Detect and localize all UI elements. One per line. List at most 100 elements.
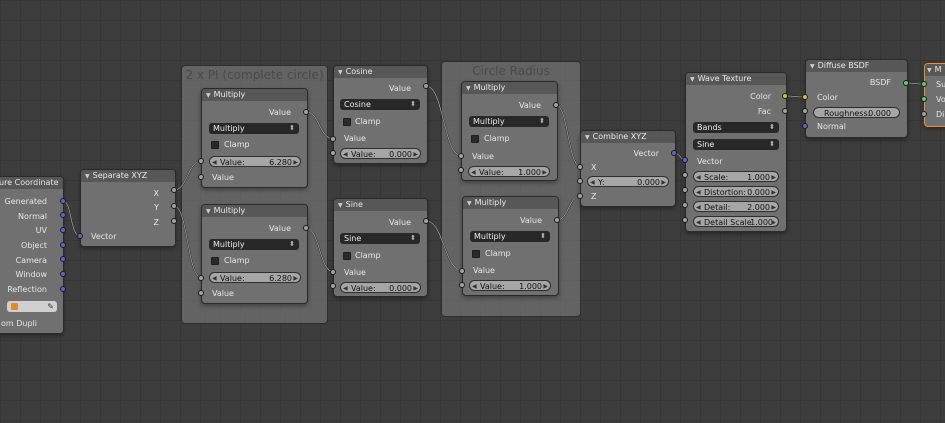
socket-multiply2-out[interactable] (303, 225, 309, 231)
node-material-output[interactable]: ▼ M Su Vo Di (924, 63, 945, 127)
node-combine-xyz[interactable]: ▼ Combine XYZ Vector X ◀ Y: 0.000 ▶ Z (580, 130, 676, 207)
collapse-arrow-icon[interactable]: ▼ (85, 173, 90, 180)
increment-arrow-icon[interactable]: ▶ (771, 187, 776, 198)
socket-multiply2-in-a[interactable] (198, 275, 204, 281)
socket-z-out[interactable] (171, 218, 177, 224)
collapse-arrow-icon[interactable]: ▼ (927, 67, 932, 74)
socket-combine-x-in[interactable] (577, 164, 583, 170)
socket-window-out[interactable] (60, 271, 66, 277)
multiply-1-value-field[interactable]: ◀ Value: 6.280 ▶ (209, 156, 301, 167)
increment-arrow-icon[interactable]: ▶ (771, 172, 776, 183)
decrement-arrow-icon[interactable]: ◀ (343, 283, 348, 294)
node-sine[interactable]: ▼ Sine Value Sine ⬍ Clamp Value ◀ Value: 0.0… (333, 198, 428, 297)
socket-sine-out[interactable] (423, 218, 429, 224)
socket-diffuse-roughness-in[interactable] (802, 108, 808, 114)
combine-y-field[interactable]: ◀ Y: 0.000 ▶ (587, 176, 669, 187)
multiply-3-operation-dropdown[interactable]: Multiply ⬍ (469, 116, 549, 127)
socket-diffuse-normal-in[interactable] (802, 123, 808, 129)
increment-arrow-icon[interactable]: ▶ (413, 149, 418, 160)
socket-combine-z-in[interactable] (577, 193, 583, 199)
node-multiply-3[interactable]: ▼ Multiply Value Multiply ⬍ Clamp Value ◀ V… (461, 81, 558, 181)
sine-value-field[interactable]: ◀ Value: 0.000 ▶ (340, 282, 421, 293)
collapse-arrow-icon[interactable]: ▼ (466, 85, 471, 92)
multiply-3-value-field[interactable]: ◀ Value: 1.000 ▶ (468, 166, 550, 177)
socket-output-volume-in[interactable] (921, 96, 927, 102)
collapse-arrow-icon[interactable]: ▼ (467, 200, 472, 207)
node-multiply-2[interactable]: ▼ Multiply Value Multiply ⬍ Clamp ◀ Value: 6… (201, 204, 308, 304)
increment-arrow-icon[interactable]: ▶ (542, 167, 547, 178)
eyedropper-icon[interactable]: ✎ (47, 301, 54, 312)
decrement-arrow-icon[interactable]: ◀ (472, 281, 477, 292)
decrement-arrow-icon[interactable]: ◀ (696, 172, 701, 183)
node-cosine[interactable]: ▼ Cosine Value Cosine ⬍ Clamp Value ◀ Value… (333, 65, 428, 164)
socket-cosine-in-b[interactable] (330, 150, 336, 156)
socket-diffuse-color-in[interactable] (802, 94, 808, 100)
node-sine-header[interactable]: ▼ Sine (334, 199, 427, 211)
decrement-arrow-icon[interactable]: ◀ (212, 273, 217, 284)
socket-x-out[interactable] (171, 187, 177, 193)
sine-operation-dropdown[interactable]: Sine ⬍ (340, 233, 420, 244)
node-separate-xyz-header[interactable]: ▼ Separate XYZ (81, 170, 175, 182)
socket-wave-detail-in[interactable] (682, 202, 688, 208)
decrement-arrow-icon[interactable]: ◀ (696, 217, 701, 228)
cosine-clamp-checkbox[interactable] (343, 118, 351, 126)
multiply-4-operation-dropdown[interactable]: Multiply ⬍ (470, 231, 550, 242)
socket-output-displacement-in[interactable] (921, 111, 927, 117)
socket-separate-vector-in[interactable] (77, 233, 83, 239)
node-multiply-2-header[interactable]: ▼ Multiply (202, 205, 307, 217)
socket-normal-out[interactable] (60, 212, 66, 218)
decrement-arrow-icon[interactable]: ◀ (590, 177, 595, 188)
collapse-arrow-icon[interactable]: ▼ (206, 208, 211, 215)
socket-wave-detail-scale-in[interactable] (682, 217, 688, 223)
node-texture-coordinate[interactable]: ure Coordinate Generated Normal UV Objec… (0, 176, 64, 334)
socket-reflection-out[interactable] (60, 286, 66, 292)
node-separate-xyz[interactable]: ▼ Separate XYZ X Y Z Vector (80, 169, 176, 247)
increment-arrow-icon[interactable]: ▶ (413, 283, 418, 294)
socket-sine-in-a[interactable] (330, 269, 336, 275)
multiply-2-operation-dropdown[interactable]: Multiply ⬍ (209, 239, 299, 250)
collapse-arrow-icon[interactable]: ▼ (338, 202, 343, 209)
node-multiply-3-header[interactable]: ▼ Multiply (462, 82, 557, 94)
socket-combine-y-in[interactable] (577, 178, 583, 184)
socket-y-out[interactable] (171, 203, 177, 209)
collapse-arrow-icon[interactable]: ▼ (690, 76, 695, 83)
increment-arrow-icon[interactable]: ▶ (543, 281, 548, 292)
multiply-1-operation-dropdown[interactable]: Multiply ⬍ (209, 123, 299, 134)
node-wave-texture[interactable]: ▼ Wave Texture Color Fac Bands ⬍ Sine ⬍ Vec… (685, 72, 787, 232)
node-combine-xyz-header[interactable]: ▼ Combine XYZ (581, 131, 675, 143)
increment-arrow-icon[interactable]: ▶ (771, 217, 776, 228)
socket-multiply4-in-a[interactable] (459, 268, 465, 274)
increment-arrow-icon[interactable]: ▶ (771, 202, 776, 213)
node-texture-coordinate-header[interactable]: ure Coordinate (0, 177, 63, 189)
multiply-3-clamp-checkbox[interactable] (471, 135, 479, 143)
socket-object-out[interactable] (60, 242, 66, 248)
node-multiply-1-header[interactable]: ▼ Multiply (202, 89, 307, 101)
wave-type-dropdown[interactable]: Bands ⬍ (693, 122, 779, 133)
socket-cosine-in-a[interactable] (330, 136, 336, 142)
socket-camera-out[interactable] (60, 256, 66, 262)
socket-multiply3-in-a[interactable] (458, 153, 464, 159)
socket-multiply1-in-b[interactable] (198, 174, 204, 180)
increment-arrow-icon[interactable]: ▶ (293, 273, 298, 284)
wave-scale-field[interactable]: ◀ Scale: 1.000 ▶ (693, 171, 779, 182)
multiply-1-clamp-checkbox[interactable] (211, 141, 219, 149)
multiply-4-clamp-checkbox[interactable] (472, 250, 480, 258)
decrement-arrow-icon[interactable]: ◀ (696, 187, 701, 198)
decrement-arrow-icon[interactable]: ◀ (343, 149, 348, 160)
socket-multiply4-in-b[interactable] (459, 282, 465, 288)
socket-output-surface-in[interactable] (921, 81, 927, 87)
collapse-arrow-icon[interactable]: ▼ (585, 134, 590, 141)
socket-generated-out[interactable] (60, 198, 66, 204)
socket-sine-in-b[interactable] (330, 283, 336, 289)
collapse-arrow-icon[interactable]: ▼ (338, 69, 343, 76)
sine-clamp-checkbox[interactable] (343, 252, 351, 260)
multiply-2-value-field[interactable]: ◀ Value: 6.280 ▶ (209, 272, 301, 283)
node-multiply-4-header[interactable]: ▼ Multiply (463, 197, 558, 209)
object-picker-field[interactable]: ✎ (7, 301, 57, 312)
node-diffuse-bsdf[interactable]: ▼ Diffuse BSDF BSDF Color Roughness: 0.000… (805, 59, 908, 138)
socket-diffuse-bsdf-out[interactable] (903, 80, 909, 86)
socket-wave-fac-out[interactable] (782, 108, 788, 114)
socket-wave-distortion-in[interactable] (682, 187, 688, 193)
socket-cosine-out[interactable] (423, 83, 429, 89)
increment-arrow-icon[interactable]: ▶ (293, 157, 298, 168)
